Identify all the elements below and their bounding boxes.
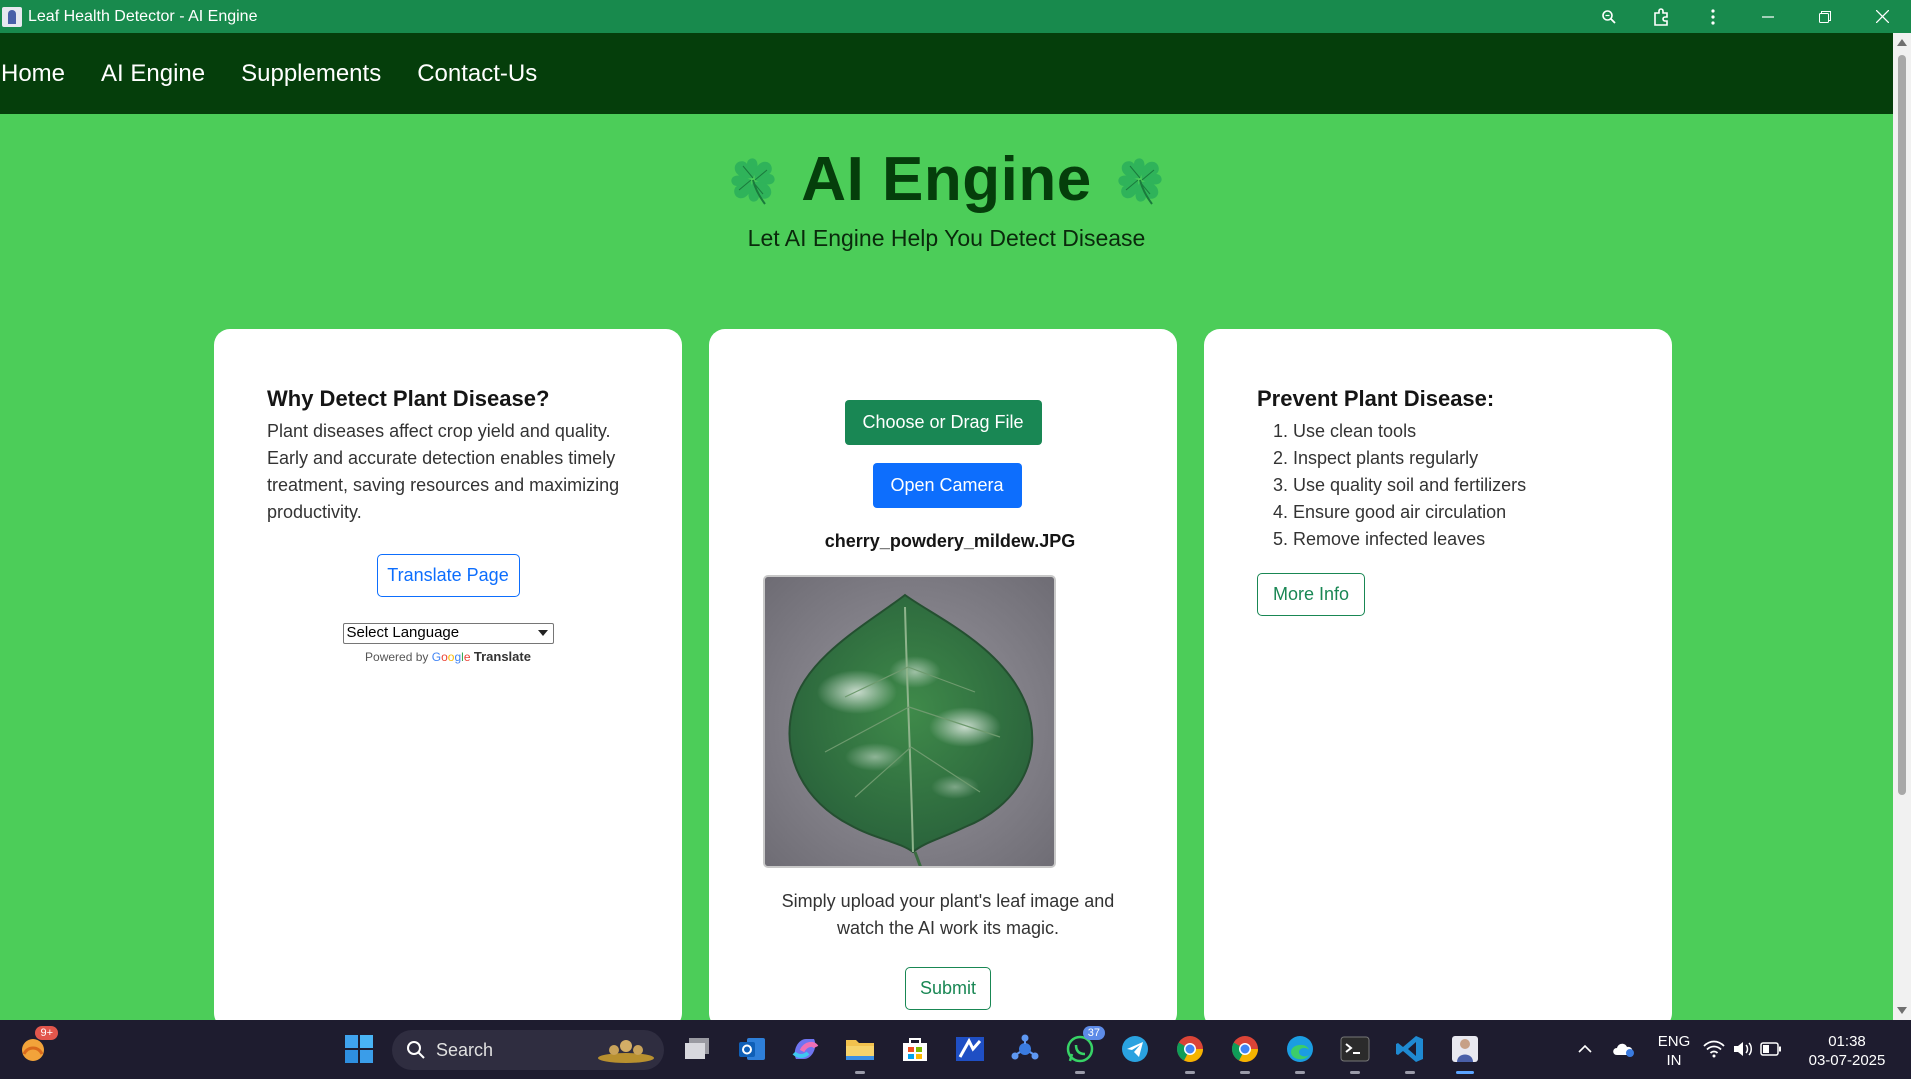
windows-taskbar: 9+ Search 37 ENG IN 01:38 03-07-2025 bbox=[0, 1020, 1911, 1079]
search-highlight-icon bbox=[598, 1040, 654, 1063]
clock[interactable]: 01:38 03-07-2025 bbox=[1804, 1032, 1890, 1070]
list-item: Ensure good air circulation bbox=[1293, 499, 1632, 526]
running-indicator bbox=[1350, 1071, 1360, 1074]
upload-card: Choose or Drag File Open Camera cherry_p… bbox=[709, 329, 1177, 1020]
submit-button[interactable]: Submit bbox=[905, 967, 991, 1010]
vscode-icon[interactable] bbox=[1393, 1032, 1427, 1074]
minimize-icon[interactable] bbox=[1739, 0, 1797, 33]
task-view-icon[interactable] bbox=[680, 1032, 714, 1066]
onedrive-icon[interactable] bbox=[1607, 1032, 1641, 1066]
google-translate-attribution: Powered by Google Translate bbox=[214, 649, 682, 664]
chrome-profile-2-icon[interactable] bbox=[1228, 1032, 1262, 1074]
translate-page-button[interactable]: Translate Page bbox=[376, 554, 520, 597]
hero-header: AI Engine Let AI Engine Help You Detect … bbox=[0, 114, 1893, 252]
selected-filename: cherry_powdery_mildew.JPG bbox=[824, 531, 1076, 551]
four-leaf-clover-icon bbox=[731, 157, 775, 205]
list-item: Use clean tools bbox=[1293, 418, 1632, 445]
restore-icon[interactable] bbox=[1797, 0, 1853, 33]
system-status-group[interactable] bbox=[1702, 1032, 1782, 1066]
more-info-button[interactable]: More Info bbox=[1257, 573, 1365, 616]
microsoft-store-icon[interactable] bbox=[898, 1032, 932, 1066]
google-logo: Google bbox=[431, 650, 471, 664]
start-icon[interactable] bbox=[342, 1032, 376, 1066]
nav-contact-us[interactable]: Contact-Us bbox=[417, 60, 537, 88]
prevention-list: Use clean tools Inspect plants regularly… bbox=[1257, 418, 1632, 553]
powered-by-text: Powered by bbox=[365, 650, 429, 664]
search-icon bbox=[407, 1041, 425, 1059]
edge-icon[interactable] bbox=[1283, 1032, 1317, 1074]
why-detect-card: Why Detect Plant Disease? Plant diseases… bbox=[214, 329, 682, 1020]
battery-icon bbox=[1760, 1042, 1781, 1056]
scroll-thumb[interactable] bbox=[1898, 55, 1906, 795]
extensions-icon[interactable] bbox=[1635, 0, 1687, 33]
whatsapp-badge: 37 bbox=[1082, 1026, 1105, 1040]
leaf-detector-app-icon[interactable] bbox=[1448, 1032, 1482, 1074]
four-leaf-clover-icon bbox=[1118, 157, 1162, 205]
prevent-heading: Prevent Plant Disease: bbox=[1257, 386, 1495, 411]
nav-home[interactable]: Home bbox=[1, 60, 65, 88]
input-language[interactable]: ENG IN bbox=[1654, 1032, 1694, 1070]
why-detect-body: Plant diseases affect crop yield and qua… bbox=[267, 421, 620, 522]
scroll-down-icon[interactable] bbox=[1897, 1007, 1907, 1014]
prevent-disease-card: Prevent Plant Disease: Use clean tools I… bbox=[1204, 329, 1672, 1020]
chrome-profile-1-icon[interactable] bbox=[1173, 1032, 1207, 1074]
why-detect-heading: Why Detect Plant Disease? bbox=[267, 386, 550, 411]
terminal-icon[interactable] bbox=[1338, 1032, 1372, 1074]
window-titlebar: Leaf Health Detector - AI Engine bbox=[0, 0, 1911, 33]
wifi-icon bbox=[1703, 1040, 1725, 1058]
analysis-app-icon[interactable] bbox=[953, 1032, 987, 1066]
running-indicator bbox=[1405, 1071, 1415, 1074]
file-explorer-icon[interactable] bbox=[843, 1032, 877, 1074]
language-select[interactable]: Select Language bbox=[342, 623, 554, 644]
window-title: Leaf Health Detector - AI Engine bbox=[28, 7, 258, 25]
clock-time: 01:38 bbox=[1828, 1033, 1866, 1050]
nav-ai-engine[interactable]: AI Engine bbox=[101, 60, 205, 88]
choose-file-button[interactable]: Choose or Drag File bbox=[844, 400, 1042, 445]
vertical-scrollbar[interactable] bbox=[1893, 33, 1911, 1020]
running-indicator bbox=[855, 1071, 865, 1074]
zoom-icon[interactable] bbox=[1583, 0, 1635, 33]
region-code: IN bbox=[1666, 1052, 1682, 1069]
whatsapp-icon[interactable]: 37 bbox=[1063, 1026, 1105, 1074]
running-indicator bbox=[1295, 1071, 1305, 1074]
page-subtitle: Let AI Engine Help You Detect Disease bbox=[747, 225, 1146, 251]
nav-supplements[interactable]: Supplements bbox=[241, 60, 381, 88]
language-code: ENG bbox=[1657, 1033, 1691, 1050]
list-item: Remove infected leaves bbox=[1293, 526, 1632, 553]
page-viewport: Home AI Engine Supplements Contact-Us AI… bbox=[0, 33, 1893, 1020]
upload-caption: Simply upload your plant's leaf image an… bbox=[781, 891, 1115, 938]
telegram-icon[interactable] bbox=[1118, 1032, 1152, 1066]
language-select-value: Select Language bbox=[346, 624, 460, 641]
navbar: Home AI Engine Supplements Contact-Us bbox=[0, 33, 1893, 114]
more-options-icon[interactable] bbox=[1687, 0, 1739, 33]
running-indicator bbox=[1185, 1071, 1195, 1074]
copilot-icon[interactable] bbox=[788, 1032, 822, 1066]
running-indicator bbox=[1075, 1071, 1085, 1074]
taskbar-search[interactable]: Search bbox=[392, 1030, 664, 1070]
list-item: Use quality soil and fertilizers bbox=[1293, 472, 1632, 499]
widgets-badge: 9+ bbox=[35, 1026, 58, 1040]
scroll-up-icon[interactable] bbox=[1897, 39, 1907, 46]
volume-icon bbox=[1734, 1042, 1752, 1056]
app-icon bbox=[2, 6, 22, 27]
network-app-icon[interactable] bbox=[1008, 1032, 1042, 1066]
search-label: Search bbox=[436, 1039, 494, 1060]
leaf-image-preview bbox=[763, 575, 1056, 868]
list-item: Inspect plants regularly bbox=[1293, 445, 1632, 472]
widgets-icon[interactable]: 9+ bbox=[16, 1026, 58, 1066]
open-camera-button[interactable]: Open Camera bbox=[872, 463, 1022, 508]
chevron-down-icon bbox=[537, 630, 548, 636]
outlook-icon[interactable] bbox=[735, 1032, 769, 1066]
close-icon[interactable] bbox=[1853, 0, 1911, 33]
clock-date: 03-07-2025 bbox=[1808, 1052, 1886, 1069]
page-title: AI Engine bbox=[801, 145, 1092, 214]
translate-link[interactable]: Translate bbox=[474, 649, 531, 664]
running-indicator bbox=[1456, 1071, 1474, 1074]
show-hidden-icons-icon[interactable] bbox=[1568, 1032, 1602, 1066]
running-indicator bbox=[1240, 1071, 1250, 1074]
